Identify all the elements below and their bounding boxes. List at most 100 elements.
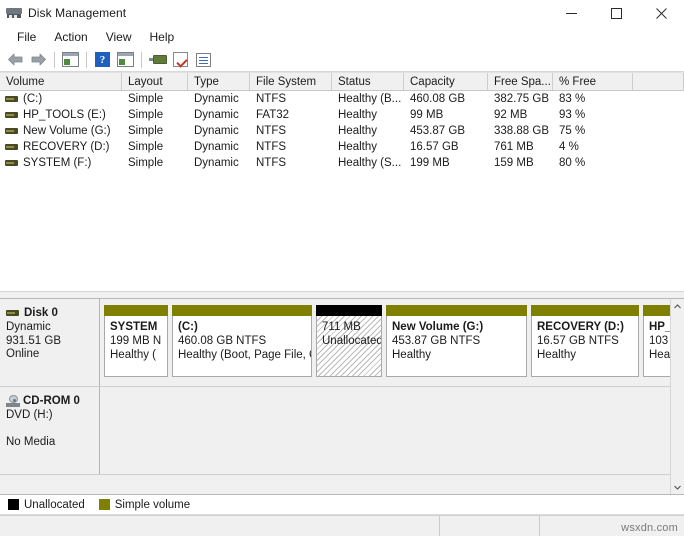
cell-layout: Simple [122, 125, 188, 137]
volume-list-pane[interactable]: Volume Layout Type File System Status Ca… [0, 72, 684, 291]
cell-capacity: 199 MB [404, 157, 488, 169]
show-hide-console-tree-icon[interactable] [59, 49, 82, 71]
disk-state: Online [6, 348, 99, 362]
cell-status: Healthy [332, 141, 404, 153]
disk-type: DVD (H:) [6, 409, 99, 423]
title-bar: Disk Management [0, 0, 684, 26]
disk-drive-icon [6, 5, 22, 21]
cell-type: Dynamic [188, 109, 250, 121]
disk-size: 931.51 GB [6, 335, 99, 349]
scroll-down-icon[interactable] [671, 480, 684, 494]
disk-info-disk0[interactable]: Disk 0 Dynamic 931.51 GB Online [0, 299, 100, 386]
menu-item-action[interactable]: Action [45, 28, 96, 46]
cell-free-space: 159 MB [488, 157, 553, 169]
menu-item-file[interactable]: File [8, 28, 45, 46]
cell-capacity: 453.87 GB [404, 125, 488, 137]
help-icon[interactable]: ? [91, 49, 114, 71]
column-header-layout[interactable]: Layout [122, 73, 188, 90]
partition-hp-tools[interactable]: HP_TOO 103 MB Healthy [643, 305, 670, 377]
toolbar-separator [54, 52, 55, 68]
partition-status: Healthy [649, 348, 670, 362]
toolbar: ? [0, 48, 684, 72]
cell-layout: Simple [122, 141, 188, 153]
disk-row-disk0[interactable]: Disk 0 Dynamic 931.51 GB Online SYSTEM 1… [0, 299, 670, 387]
partition-size: 460.08 GB NTFS [178, 334, 307, 348]
column-header-empty[interactable] [633, 73, 684, 90]
disk-view-scrollbar[interactable] [670, 299, 684, 494]
cell-type: Dynamic [188, 141, 250, 153]
column-header-free-space[interactable]: Free Spa... [488, 73, 553, 90]
volume-list-rows: (C:) Simple Dynamic NTFS Healthy (B... 4… [0, 91, 684, 171]
legend-item-simple-volume: Simple volume [99, 499, 190, 511]
back-arrow-icon[interactable] [4, 49, 27, 71]
partition-unallocated[interactable]: 711 MB Unallocated [316, 305, 382, 377]
cell-volume: HP_TOOLS (E:) [0, 109, 122, 121]
scrollbar-track[interactable] [671, 313, 684, 480]
rescan-disks-icon[interactable] [146, 49, 169, 71]
column-header-status[interactable]: Status [332, 73, 404, 90]
partition-details: New Volume (G:) 453.87 GB NTFS Healthy [386, 316, 527, 377]
pane-splitter[interactable] [0, 291, 684, 299]
partition-new-volume-g[interactable]: New Volume (G:) 453.87 GB NTFS Healthy [386, 305, 527, 377]
table-row[interactable]: SYSTEM (F:) Simple Dynamic NTFS Healthy … [0, 155, 684, 171]
status-segment-main [0, 516, 440, 536]
disk-info-cdrom0[interactable]: CD-ROM 0 DVD (H:) No Media [0, 387, 100, 474]
menu-item-help[interactable]: Help [141, 28, 184, 46]
partition-recovery-d[interactable]: RECOVERY (D:) 16.57 GB NTFS Healthy [531, 305, 639, 377]
disk-state: No Media [6, 436, 99, 450]
disk-management-window: Disk Management File Action View Help [0, 0, 684, 536]
disk-title: CD-ROM 0 [6, 395, 99, 407]
forward-arrow-icon[interactable] [27, 49, 50, 71]
show-action-pane-icon[interactable] [114, 49, 137, 71]
list-view-icon[interactable] [192, 49, 215, 71]
minimize-button[interactable] [549, 0, 594, 26]
column-header-volume[interactable]: Volume [0, 73, 122, 90]
cell-volume-label: SYSTEM (F:) [23, 157, 91, 169]
table-row[interactable]: New Volume (G:) Simple Dynamic NTFS Heal… [0, 123, 684, 139]
column-header-type[interactable]: Type [188, 73, 250, 90]
cell-percent-free: 83 % [553, 93, 633, 105]
table-row[interactable]: (C:) Simple Dynamic NTFS Healthy (B... 4… [0, 91, 684, 107]
column-header-percent-free[interactable]: % Free [553, 73, 633, 90]
partition-status: Healthy (Boot, Page File, C [178, 348, 307, 362]
toolbar-separator [86, 52, 87, 68]
partition-color-bar [316, 305, 382, 316]
cell-layout: Simple [122, 93, 188, 105]
disk-type: Dynamic [6, 321, 99, 335]
cell-capacity: 460.08 GB [404, 93, 488, 105]
cell-file-system: NTFS [250, 125, 332, 137]
disk-icon [6, 310, 19, 316]
disk-meta: Dynamic 931.51 GB Online [6, 321, 99, 362]
partition-status: Healthy [392, 348, 522, 362]
cell-free-space: 761 MB [488, 141, 553, 153]
partition-color-bar [104, 305, 168, 316]
scroll-up-icon[interactable] [671, 299, 684, 313]
disk-graphical-view: Disk 0 Dynamic 931.51 GB Online SYSTEM 1… [0, 299, 684, 495]
partition-label: SYSTEM [110, 320, 163, 334]
disk-graphical-scroll-area: Disk 0 Dynamic 931.51 GB Online SYSTEM 1… [0, 299, 670, 494]
volume-icon [5, 112, 18, 118]
partition-system[interactable]: SYSTEM 199 MB N Healthy ( [104, 305, 168, 377]
close-button[interactable] [639, 0, 684, 26]
column-header-capacity[interactable]: Capacity [404, 73, 488, 90]
volume-icon [5, 144, 18, 150]
disk-title: Disk 0 [6, 307, 99, 319]
column-header-file-system[interactable]: File System [250, 73, 332, 90]
legend-label-simple-volume: Simple volume [115, 499, 190, 511]
disk-row-cdrom0[interactable]: CD-ROM 0 DVD (H:) No Media [0, 387, 670, 475]
properties-icon[interactable] [169, 49, 192, 71]
cell-volume-label: RECOVERY (D:) [23, 141, 109, 153]
partition-details: (C:) 460.08 GB NTFS Healthy (Boot, Page … [172, 316, 312, 377]
cell-volume-label: HP_TOOLS (E:) [23, 109, 106, 121]
partition-c[interactable]: (C:) 460.08 GB NTFS Healthy (Boot, Page … [172, 305, 312, 377]
table-row[interactable]: HP_TOOLS (E:) Simple Dynamic FAT32 Healt… [0, 107, 684, 123]
cell-file-system: NTFS [250, 157, 332, 169]
legend-bar: Unallocated Simple volume [0, 495, 684, 515]
maximize-button[interactable] [594, 0, 639, 26]
window-controls [549, 0, 684, 26]
partition-status: Healthy [537, 348, 634, 362]
table-row[interactable]: RECOVERY (D:) Simple Dynamic NTFS Health… [0, 139, 684, 155]
partition-status: Healthy ( [110, 348, 163, 362]
spacer [6, 423, 99, 436]
menu-item-view[interactable]: View [97, 28, 141, 46]
